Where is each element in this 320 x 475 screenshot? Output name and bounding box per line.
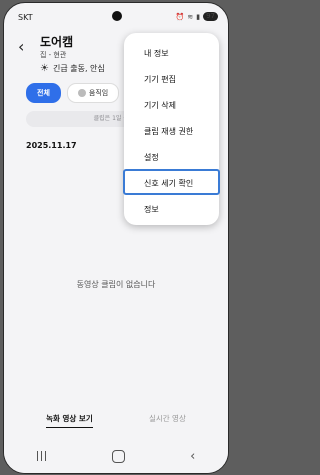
filter-chip-all[interactable]: 전체 [26, 83, 61, 103]
date-heading: 2025.11.17 [26, 141, 77, 150]
page-title: 도어캠 [40, 35, 74, 49]
front-camera [112, 11, 122, 21]
filter-chips: 전체 움직임 [26, 83, 120, 103]
menu-item-signal-strength[interactable]: 신호 세기 확인 [123, 169, 220, 195]
home-icon[interactable] [111, 449, 125, 463]
alert-text: 긴급 출동, 안심 [52, 64, 105, 73]
empty-message: 동영상 클립이 없습니다 [76, 280, 156, 289]
system-nav-bar: ‹ [4, 439, 228, 473]
status-icons: ⏰ ≋ ▮ 97 [176, 12, 218, 21]
alert-line: ☀ 긴급 출동, 안심 [40, 63, 105, 74]
menu-item-my-info[interactable]: 내 정보 [124, 41, 219, 67]
menu-item-clip-permission[interactable]: 클립 재생 권한 [124, 119, 219, 145]
menu-item-delete-device[interactable]: 기기 삭제 [124, 93, 219, 119]
signal-icon: ▮ [196, 12, 201, 21]
battery-indicator: 97 [203, 12, 218, 21]
alarm-icon: ⏰ [175, 12, 185, 21]
menu-item-settings[interactable]: 설정 [124, 145, 219, 171]
wifi-icon: ≋ [187, 12, 194, 21]
tab-recorded-video[interactable]: 녹화 영상 보기 [46, 413, 93, 428]
recents-icon[interactable] [36, 451, 47, 461]
page-subtitle: 집 - 현관 [40, 51, 67, 59]
tab-live-video[interactable]: 실시간 영상 [149, 413, 186, 427]
sun-icon: ☀ [40, 63, 49, 74]
status-bar: SKT ⏰ ≋ ▮ 97 [4, 3, 228, 27]
menu-item-info[interactable]: 정보 [124, 197, 219, 223]
back-icon[interactable]: ‹ [190, 449, 195, 464]
filter-chip-motion[interactable]: 움직임 [66, 83, 120, 103]
motion-icon [77, 89, 86, 97]
overflow-menu: 내 정보 기기 편집 기기 삭제 클립 재생 권한 설정 신호 세기 확인 정보 [123, 33, 220, 225]
back-arrow-icon[interactable]: ‹ [18, 37, 24, 56]
phone-frame: SKT ⏰ ≋ ▮ 97 ‹ 도어캠 집 - 현관 ☀ 긴급 출동, 안심 전체… [3, 2, 229, 474]
carrier-label: SKT [18, 13, 33, 22]
menu-item-edit-device[interactable]: 기기 편집 [124, 67, 219, 93]
filter-chip-motion-label: 움직임 [88, 89, 109, 97]
bottom-tabs: 녹화 영상 보기 실시간 영상 [18, 407, 214, 433]
